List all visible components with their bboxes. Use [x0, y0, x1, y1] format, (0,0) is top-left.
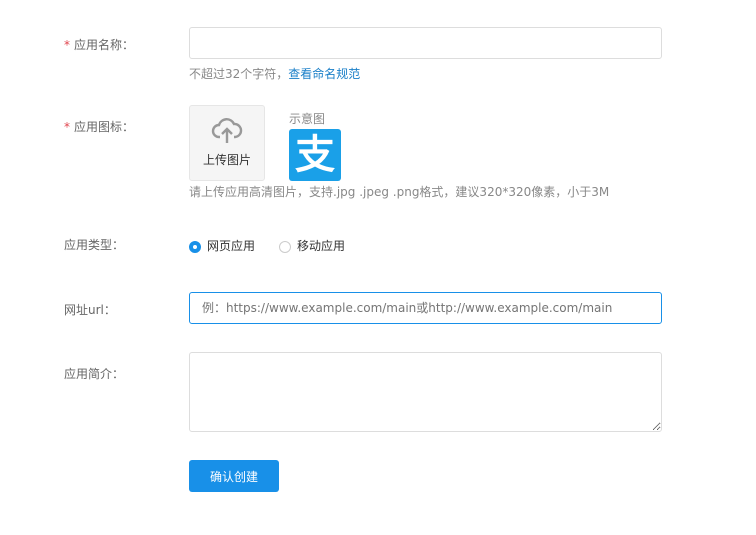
url-input[interactable] [189, 292, 662, 324]
url-label: 网址url： [64, 303, 116, 317]
intro-label: 应用简介： [64, 367, 125, 381]
app-name-input[interactable] [189, 27, 662, 59]
icon-hint: 请上传应用高清图片，支持.jpg .jpeg .png格式，建议320*320像… [189, 185, 610, 199]
app-name-hint: 不超过32个字符，查看命名规范 [189, 67, 361, 81]
alipay-icon: 支 [289, 129, 341, 181]
app-name-label: * 应用名称： [64, 38, 135, 52]
radio-web-app[interactable]: 网页应用 [189, 237, 255, 254]
app-type-label: 应用类型： [64, 238, 125, 252]
radio-checked-icon [189, 241, 201, 253]
example-label: 示意图 [289, 112, 326, 126]
upload-image-button[interactable]: 上传图片 [189, 105, 265, 181]
app-icon-label: * 应用图标： [64, 120, 135, 134]
intro-textarea[interactable] [189, 352, 662, 432]
radio-unchecked-icon [279, 241, 291, 253]
confirm-create-button[interactable]: 确认创建 [189, 460, 279, 492]
radio-mobile-app[interactable]: 移动应用 [279, 237, 345, 254]
naming-rules-link[interactable]: 查看命名规范 [288, 67, 360, 81]
cloud-upload-icon [211, 118, 243, 143]
